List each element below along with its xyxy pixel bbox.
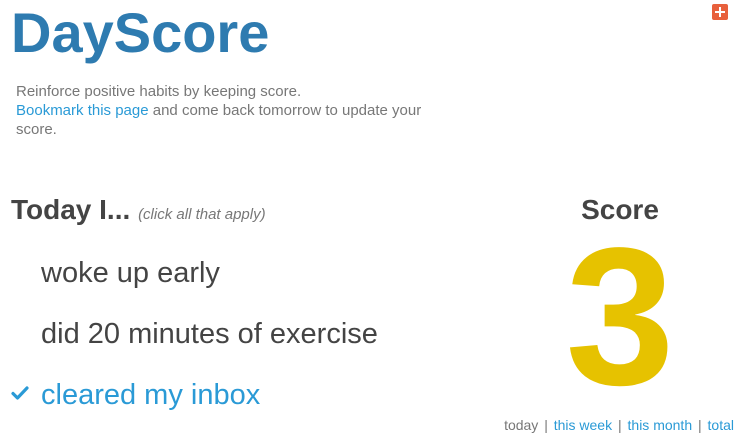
score-value: 3 [565,207,675,426]
check-icon [11,386,29,400]
today-heading-text: Today I... [11,194,131,225]
today-heading: Today I... (click all that apply) [11,193,266,232]
habit-list: woke up early did 20 minutes of exercise… [0,250,480,433]
period-separator: | [617,417,622,433]
habit-label: did 20 minutes of exercise [41,318,378,350]
period-separator: | [698,417,702,433]
page: DayScore Reinforce positive habits by ke… [0,0,742,439]
period-total-link[interactable]: total [708,417,734,433]
app-title: DayScore [11,1,270,64]
intro-line1: Reinforce positive habits by keeping sco… [16,83,302,100]
habit-item-exercise[interactable]: did 20 minutes of exercise [0,311,480,372]
period-this-week-link[interactable]: this week [554,417,612,433]
habit-item-cleared-inbox[interactable]: cleared my inbox [0,372,480,433]
habit-item-woke-up-early[interactable]: woke up early [0,250,480,311]
intro-text: Reinforce positive habits by keeping sco… [16,82,436,139]
plus-icon-vertical [719,7,721,17]
plus-icon[interactable] [712,4,728,20]
period-today[interactable]: today [504,417,538,433]
today-hint: (click all that apply) [138,206,266,223]
habit-label: woke up early [41,257,220,289]
bookmark-link[interactable]: Bookmark this page [16,102,149,119]
habit-label: cleared my inbox [41,379,261,411]
period-links: today | this week | this month | total [504,416,734,434]
period-separator: | [544,417,548,433]
period-this-month-link[interactable]: this month [628,417,693,433]
